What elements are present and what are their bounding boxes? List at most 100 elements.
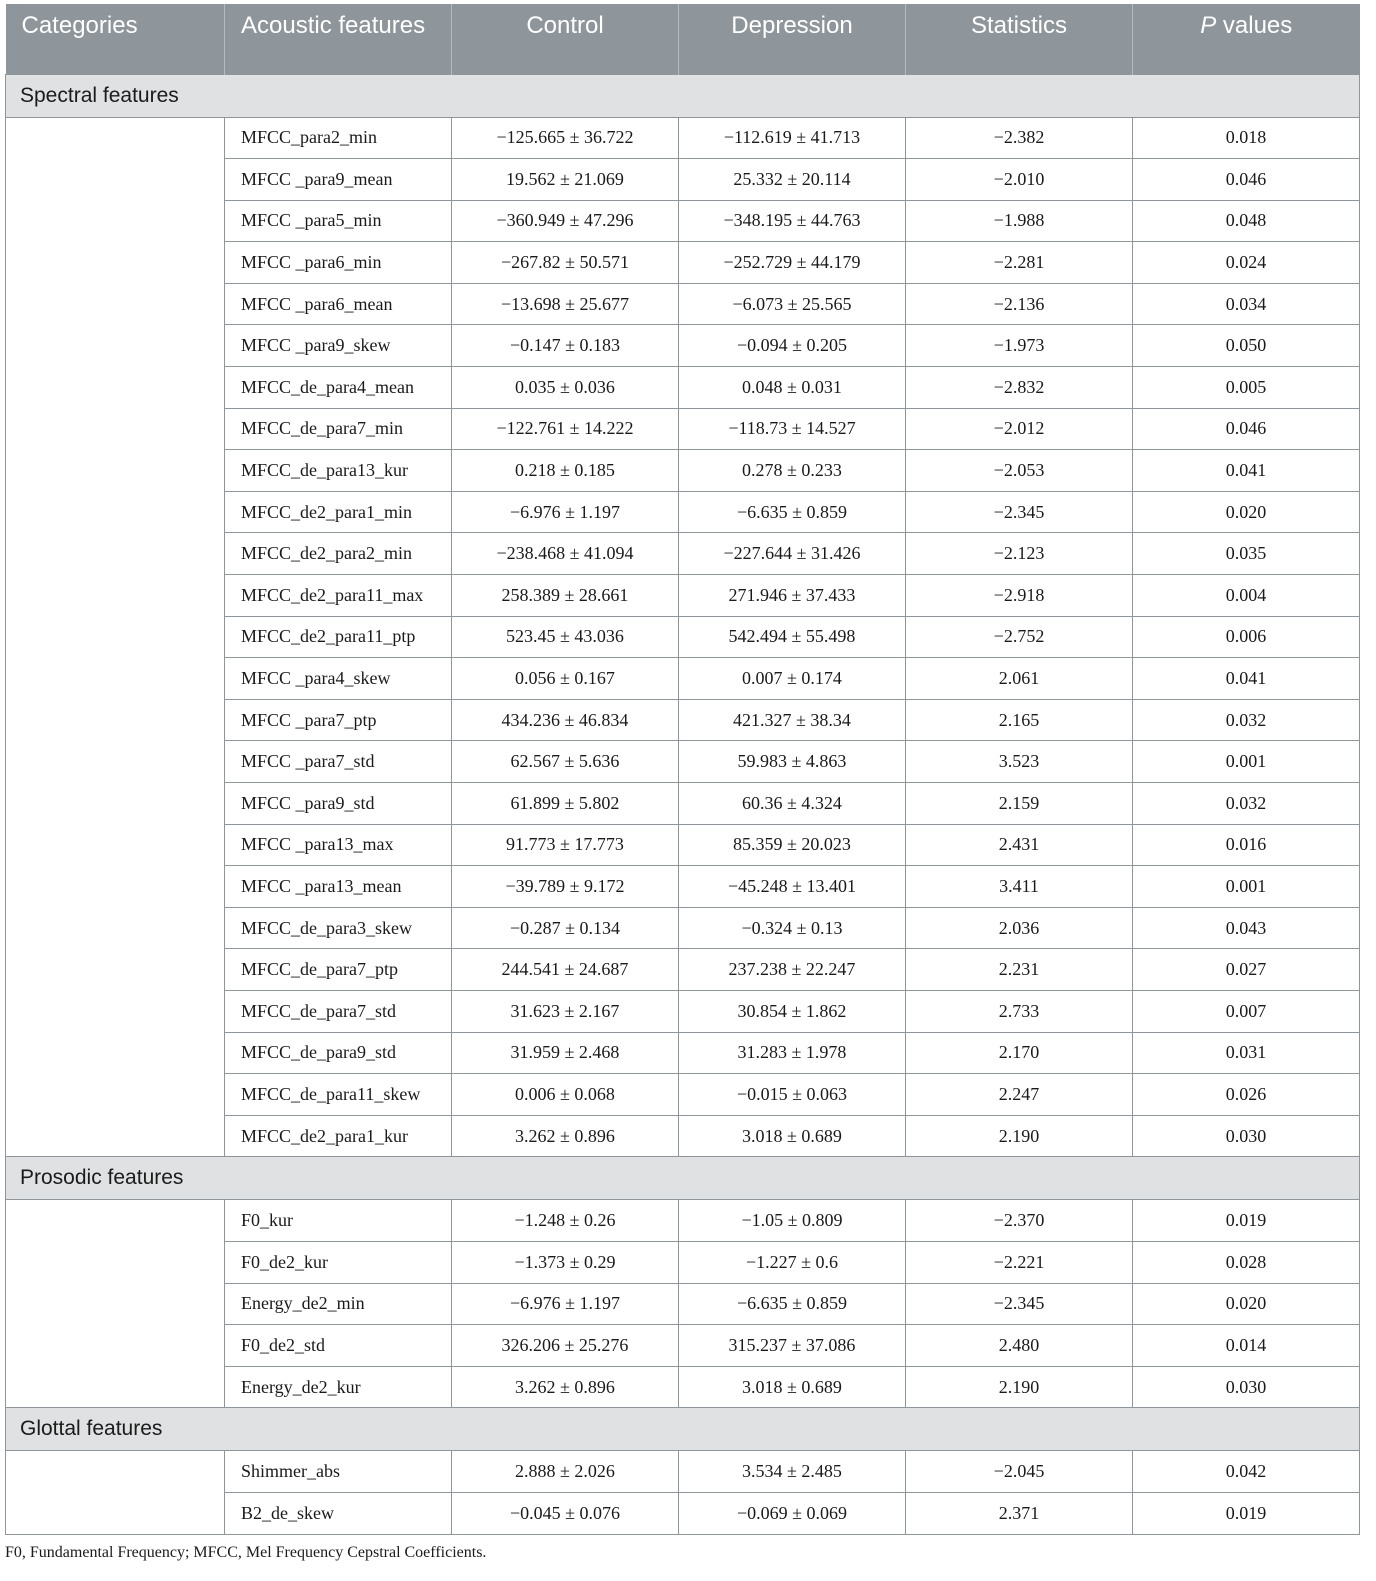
table-row: MFCC _para13_mean −39.789 ± 9.172 −45.248 … [5,865,1360,908]
table-row: Energy_de2_min −6.976 ± 1.197 −6.635 ± 0.8… [5,1282,1360,1326]
category-cell-empty [5,158,225,201]
control-cell: 523.45 ± 43.036 [451,615,679,659]
category-cell-empty [5,116,225,159]
feature-cell: MFCC _para6_min [224,241,452,284]
control-cell: 258.389 ± 28.661 [451,574,679,617]
statistics-cell: 2.371 [905,1491,1133,1535]
feature-cell: MFCC_de_para7_ptp [224,948,452,991]
category-cell-empty [5,366,225,409]
table-row: MFCC _para5_min −360.949 ± 47.296 −348.195… [5,199,1360,243]
category-cell-empty [5,782,225,825]
table-row: MFCC _para7_std 62.567 ± 5.636 59.983 ± 4.… [5,740,1360,783]
statistics-cell: 3.411 [905,865,1133,908]
depression-cell: 237.238 ± 22.247 [678,948,906,991]
category-cell-empty [5,532,225,575]
statistics-cell: −2.345 [905,1282,1133,1326]
control-cell: −267.82 ± 50.571 [451,241,679,284]
depression-cell: 542.494 ± 55.498 [678,615,906,659]
statistics-cell: −2.053 [905,449,1133,492]
depression-cell: 3.018 ± 0.689 [678,1114,906,1158]
category-row: Glottal features [5,1407,1360,1452]
control-cell: 326.206 ± 25.276 [451,1324,679,1367]
control-cell: 91.773 ± 17.773 [451,823,679,867]
p-italic: P [1200,12,1217,39]
statistics-cell: 2.190 [905,1114,1133,1158]
category-cell-empty [5,574,225,617]
statistics-cell: −2.010 [905,158,1133,201]
category-cell-empty [5,865,225,908]
depression-cell: −112.619 ± 41.713 [678,116,906,160]
feature-cell: MFCC_de_para7_std [224,989,452,1033]
feature-cell: MFCC _para9_mean [224,158,452,201]
statistics-cell: −2.281 [905,241,1133,284]
table-row: MFCC_de_para4_mean 0.035 ± 0.036 0.048 ± 0… [5,366,1360,409]
table-container: Categories Acoustic features Control Dep… [5,4,1360,1535]
depression-cell: 0.007 ± 0.174 [678,657,906,700]
statistics-cell: 2.170 [905,1031,1133,1075]
category-row: Prosodic features [5,1156,1360,1201]
p-value-cell: 0.042 [1132,1450,1360,1493]
feature-cell: MFCC_de_para11_skew [224,1073,452,1116]
statistics-cell: 2.036 [905,906,1133,950]
statistics-cell: −2.123 [905,532,1133,576]
control-cell: −6.976 ± 1.197 [451,1282,679,1326]
table-row: MFCC_de2_para1_kur 3.262 ± 0.896 3.018 ± 0… [5,1114,1360,1158]
category-cell-empty [5,1492,225,1535]
table-row: MFCC _para4_skew 0.056 ± 0.167 0.007 ± 0.1… [5,657,1360,700]
p-value-cell: 0.005 [1132,366,1360,409]
control-cell: 61.899 ± 5.802 [451,782,679,825]
category-cell-empty [5,491,225,533]
depression-cell: 31.283 ± 1.978 [678,1031,906,1075]
depression-cell: 60.36 ± 4.324 [678,782,906,825]
p-value-cell: 0.034 [1132,282,1360,326]
p-value-cell: 0.020 [1132,1282,1360,1326]
p-value-cell: 0.031 [1132,1031,1360,1075]
depression-cell: 30.854 ± 1.862 [678,989,906,1033]
depression-cell: −118.73 ± 14.527 [678,407,906,451]
statistics-cell: −2.752 [905,615,1133,659]
control-cell: 31.959 ± 2.468 [451,1031,679,1075]
feature-cell: MFCC _para5_min [224,199,452,243]
table-row: MFCC_de_para9_std 31.959 ± 2.468 31.283 ± … [5,1031,1360,1075]
category-label: Spectral features [5,73,1360,118]
feature-cell: MFCC_de_para4_mean [224,366,452,409]
p-values-rest: values [1216,12,1293,39]
table-row: MFCC_de2_para1_min −6.976 ± 1.197 −6.635 ±… [5,490,1360,534]
p-value-cell: 0.014 [1132,1324,1360,1367]
p-value-cell: 0.006 [1132,615,1360,659]
statistics-cell: 2.190 [905,1365,1133,1409]
table-row: MFCC_de_para7_min −122.761 ± 14.222 −118.7… [5,407,1360,451]
table-row: MFCC _para9_mean 19.562 ± 21.069 25.332 ± … [5,158,1360,201]
feature-cell: MFCC_de2_para2_min [224,532,452,576]
feature-cell: F0_de2_std [224,1324,452,1367]
category-row: Spectral features [5,73,1360,118]
depression-cell: −6.073 ± 25.565 [678,282,906,326]
feature-cell: MFCC_de_para9_std [224,1031,452,1075]
control-cell: −122.761 ± 14.222 [451,407,679,451]
table-row: Shimmer_abs 2.888 ± 2.026 3.534 ± 2.485 −2.… [5,1450,1360,1493]
table-row: MFCC_de_para13_kur 0.218 ± 0.185 0.278 ± 0… [5,449,1360,492]
p-value-cell: 0.030 [1132,1365,1360,1409]
p-value-cell: 0.018 [1132,116,1360,160]
p-value-cell: 0.032 [1132,782,1360,825]
statistics-cell: −2.370 [905,1199,1133,1242]
depression-cell: 271.946 ± 37.433 [678,574,906,617]
control-cell: −6.976 ± 1.197 [451,490,679,534]
control-cell: 0.056 ± 0.167 [451,657,679,700]
p-value-cell: 0.004 [1132,574,1360,617]
depression-cell: 421.327 ± 38.34 [678,698,906,742]
depression-cell: 85.359 ± 20.023 [678,823,906,867]
category-cell-empty [5,699,225,741]
control-cell: 62.567 ± 5.636 [451,740,679,783]
control-cell: 19.562 ± 21.069 [451,158,679,201]
p-value-cell: 0.030 [1132,1114,1360,1158]
category-cell-empty [5,1366,225,1409]
control-cell: 0.218 ± 0.185 [451,449,679,492]
statistics-cell: −2.045 [905,1450,1133,1493]
statistics-cell: −1.988 [905,199,1133,243]
control-cell: −13.698 ± 25.677 [451,282,679,326]
table-body: Spectral features MFCC_para2_min −125.665 … [5,73,1360,1535]
feature-cell: B2_de_skew [224,1491,452,1535]
feature-cell: MFCC _para7_ptp [224,698,452,742]
category-cell-empty [5,200,225,242]
